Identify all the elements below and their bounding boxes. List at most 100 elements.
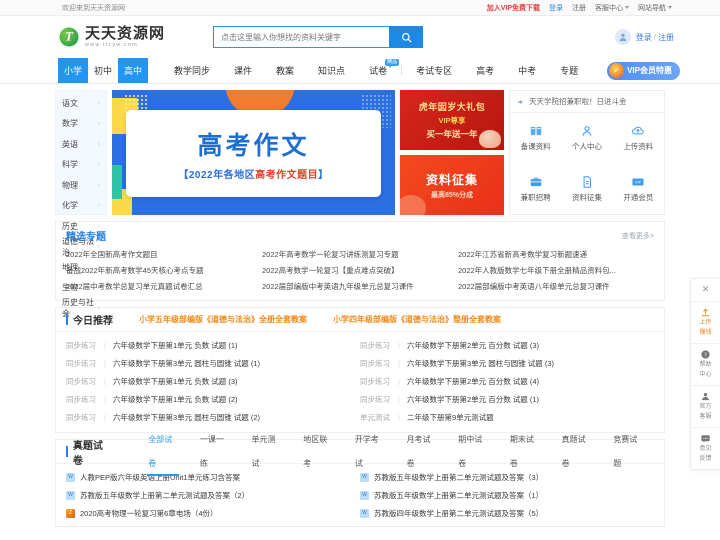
site-logo[interactable]: 天天资源网 www.ttzyw.com — [58, 26, 165, 49]
tab-unit-test[interactable]: 单元测试 — [241, 428, 293, 476]
join-vip-link[interactable]: 加入VIP免费下载 — [487, 3, 540, 13]
service-center-menu[interactable]: 客服中心 — [595, 3, 629, 13]
featured-topic-item[interactable]: 2022届中考数学总复习单元真题试卷汇总 — [66, 281, 262, 292]
tab-competition[interactable]: 竞赛试题 — [602, 428, 654, 476]
list-item[interactable]: W 苏教版五年级数学上册第二单元测试题及答案（2） — [66, 486, 360, 504]
hot-link-item[interactable]: 小学四年级部编版《道德与法治》整册全套教案 — [333, 314, 501, 325]
list-item[interactable]: 同步练习 | 六年级数学下册第3单元 圆柱与圆锥 试题 (3) — [360, 354, 654, 372]
featured-topic-item[interactable]: 2022届部编版中考英语八年级单元总复习课件 — [458, 281, 654, 292]
list-item[interactable]: 同步练习 | 六年级数学下册第1单元 负数 试题 (1) — [66, 336, 360, 354]
nav-stage-junior[interactable]: 初中 — [88, 58, 118, 83]
list-item[interactable]: 同步练习 | 六年级数学下册第1单元 负数 试题 (2) — [66, 390, 360, 408]
list-item[interactable]: 同步练习 | 六年级数学下册第1单元 负数 试题 (3) — [66, 372, 360, 390]
papers-section: 真题试卷 全部试卷 一课一练 单元测试 地区联考 开学考试 月考试卷 期中试卷 … — [55, 435, 665, 527]
featured-topic-item[interactable]: 2022届部编版中考英语九年级单元总复习课件 — [262, 281, 458, 292]
top-register-link[interactable]: 注册 — [572, 3, 586, 13]
tab-real-papers[interactable]: 真题试卷 — [551, 428, 603, 476]
site-nav-menu[interactable]: 网站导航 — [638, 3, 672, 13]
header-register-link[interactable]: 注册 — [658, 33, 674, 42]
sidebar-item-chinese[interactable]: 语文 › — [56, 93, 106, 114]
header-login-link[interactable]: 登录 — [636, 33, 652, 42]
featured-topic-item[interactable]: 2022年江苏省新高考数学复习新题速递 — [458, 249, 654, 260]
tab-final-exam[interactable]: 期末试卷 — [499, 428, 551, 476]
nav-item-gaokao[interactable]: 高考 — [464, 64, 506, 77]
ad-vip-gift[interactable]: 虎年囡岁大礼包 VIP尊享 买一年送一年 — [400, 90, 504, 150]
list-item[interactable]: Z 2020高考物理一轮复习第6章电场（4份） — [66, 504, 360, 522]
featured-topic-item[interactable]: 2022年人教版数学七年级下册全册精品资料包... — [458, 265, 654, 276]
list-item[interactable]: 同步练习 | 六年级数学下册第3单元 圆柱与圆锥 试题 (2) — [66, 408, 360, 426]
list-item[interactable]: 同步练习 | 六年级数学下册第2单元 百分数 试题 (4) — [360, 372, 654, 390]
nav-item-papers[interactable]: 试卷 精品 — [357, 59, 400, 77]
user-icon — [582, 126, 592, 136]
avatar[interactable] — [614, 29, 631, 45]
tab-midterm-exam[interactable]: 期中试卷 — [447, 428, 499, 476]
quick-entry-prep-materials[interactable]: 备课资料 — [510, 113, 561, 164]
nav-item-zhongkao[interactable]: 中考 — [506, 64, 548, 77]
sidebar-item-science[interactable]: 科学 › — [56, 155, 106, 176]
nav-item-exam-zone[interactable]: 考试专区 — [404, 64, 464, 77]
notice-bar[interactable]: 天天学院招兼职啦！日进斗金 — [510, 91, 664, 113]
sidebar-item-english[interactable]: 英语 › — [56, 134, 106, 155]
quick-entry-collection[interactable]: 资料征集 — [561, 164, 612, 215]
quick-entry-label: 个人中心 — [571, 142, 602, 152]
nav-item-knowledge[interactable]: 知识点 — [306, 64, 357, 77]
list-item[interactable]: 同步练习 | 六年级数学下册第2单元 百分数 试题 (3) — [360, 336, 654, 354]
list-item[interactable]: W 苏教版四年级数学上册第二单元测试题及答案（5） — [360, 504, 654, 522]
list-item[interactable]: 同步练习 | 六年级数学下册第3单元 圆柱与圆锥 试题 (1) — [66, 354, 360, 372]
vip-card-icon: VIP — [632, 178, 644, 186]
floatbar-upload-earn[interactable]: 上传 赚钱 — [691, 302, 720, 344]
sidebar-item-math[interactable]: 数学 › — [56, 114, 106, 135]
quick-entry-upload[interactable]: 上传资料 — [613, 113, 664, 164]
search-input-wrapper[interactable] — [213, 26, 390, 48]
floatbar-label-line1: 帮助 — [699, 362, 712, 368]
top-utility-links: 加入VIP免费下载 登录 注册 客服中心 网站导航 — [487, 3, 672, 13]
sidebar-item-chemistry[interactable]: 化学 › — [56, 196, 106, 217]
quick-entry-jobs[interactable]: 兼职招聘 — [510, 164, 561, 215]
floatbar-help-center[interactable]: ? 帮助 中心 — [691, 344, 720, 386]
quick-entry-become-member[interactable]: VIP 开通会员 — [613, 164, 664, 215]
chevron-right-icon: › — [97, 181, 100, 189]
nav-item-sync[interactable]: 教学同步 — [162, 64, 222, 77]
nav-stage-senior[interactable]: 高中 — [118, 58, 148, 83]
nav-item-special[interactable]: 专题 — [548, 64, 590, 77]
help-icon: ? — [701, 350, 710, 359]
tab-one-lesson-practice[interactable]: 一课一练 — [189, 428, 241, 476]
search-input[interactable] — [221, 32, 383, 42]
sidebar-item-physics[interactable]: 物理 › — [56, 175, 106, 196]
tab-monthly-exam[interactable]: 月考试卷 — [396, 428, 448, 476]
tab-regional-exam[interactable]: 地区联考 — [292, 428, 344, 476]
list-item[interactable]: W 苏教版五年级数学上册第二单元测试题及答案（1） — [360, 486, 654, 504]
item-tag: 同步练习 — [66, 412, 96, 422]
item-separator: | — [398, 376, 400, 386]
featured-topic-item[interactable]: 2022年高考数学一轮复习讲练测复习专题 — [262, 249, 458, 260]
floatbar-feedback[interactable]: 意见 反馈 — [691, 428, 720, 469]
nav-item-papers-label: 试卷 — [369, 66, 388, 76]
featured-topic-item[interactable]: 2022年全国新高考作文题目 — [66, 249, 262, 260]
welcome-text: 欢迎来到天天资源网 — [62, 4, 125, 12]
featured-topic-item[interactable]: 2022高考数学一轮复习【重点难点突破】 — [262, 265, 458, 276]
zip-file-icon: Z — [66, 508, 75, 518]
list-item[interactable]: 同步练习 | 六年级数学下册第2单元 百分数 试题 (1) — [360, 390, 654, 408]
search-button[interactable] — [389, 26, 424, 48]
item-tag: 同步练习 — [360, 340, 390, 350]
floatbar-close-button[interactable]: ✕ — [691, 279, 720, 302]
banner-subtitle: 【2022年各地区高考作文题目】 — [178, 166, 328, 181]
chevron-right-icon: › — [97, 161, 100, 169]
vip-promo-button[interactable]: VIP会员特惠 — [607, 61, 680, 80]
tab-all-papers[interactable]: 全部试卷 — [137, 428, 189, 476]
nav-item-courseware[interactable]: 课件 — [222, 64, 264, 77]
floatbar-official-service[interactable]: 官方 客服 — [691, 386, 720, 428]
top-login-link[interactable]: 登录 — [549, 3, 563, 13]
featured-more-link[interactable]: 查看更多> — [622, 231, 654, 241]
hot-link-item[interactable]: 小学五年级部编版《道德与法治》全册全套教案 — [139, 314, 307, 325]
featured-topic-item[interactable]: 备战2022年新高考数学45天核心考点专题 — [66, 265, 262, 276]
list-item[interactable]: 单元测试 | 二年级下册第9单元测试题 — [360, 408, 654, 426]
item-separator: | — [104, 376, 106, 386]
quick-entry-user-center[interactable]: 个人中心 — [561, 113, 612, 164]
chevron-right-icon: › — [97, 140, 100, 148]
tab-term-start-exam[interactable]: 开学考试 — [344, 428, 396, 476]
nav-item-lesson-plan[interactable]: 教案 — [264, 64, 306, 77]
ad-material-collection[interactable]: 资料征集 最高85%分成 — [400, 155, 504, 215]
hero-banner[interactable]: 高考作文 【2022年各地区高考作文题目】 — [112, 90, 395, 215]
nav-stage-primary[interactable]: 小学 — [58, 58, 88, 83]
